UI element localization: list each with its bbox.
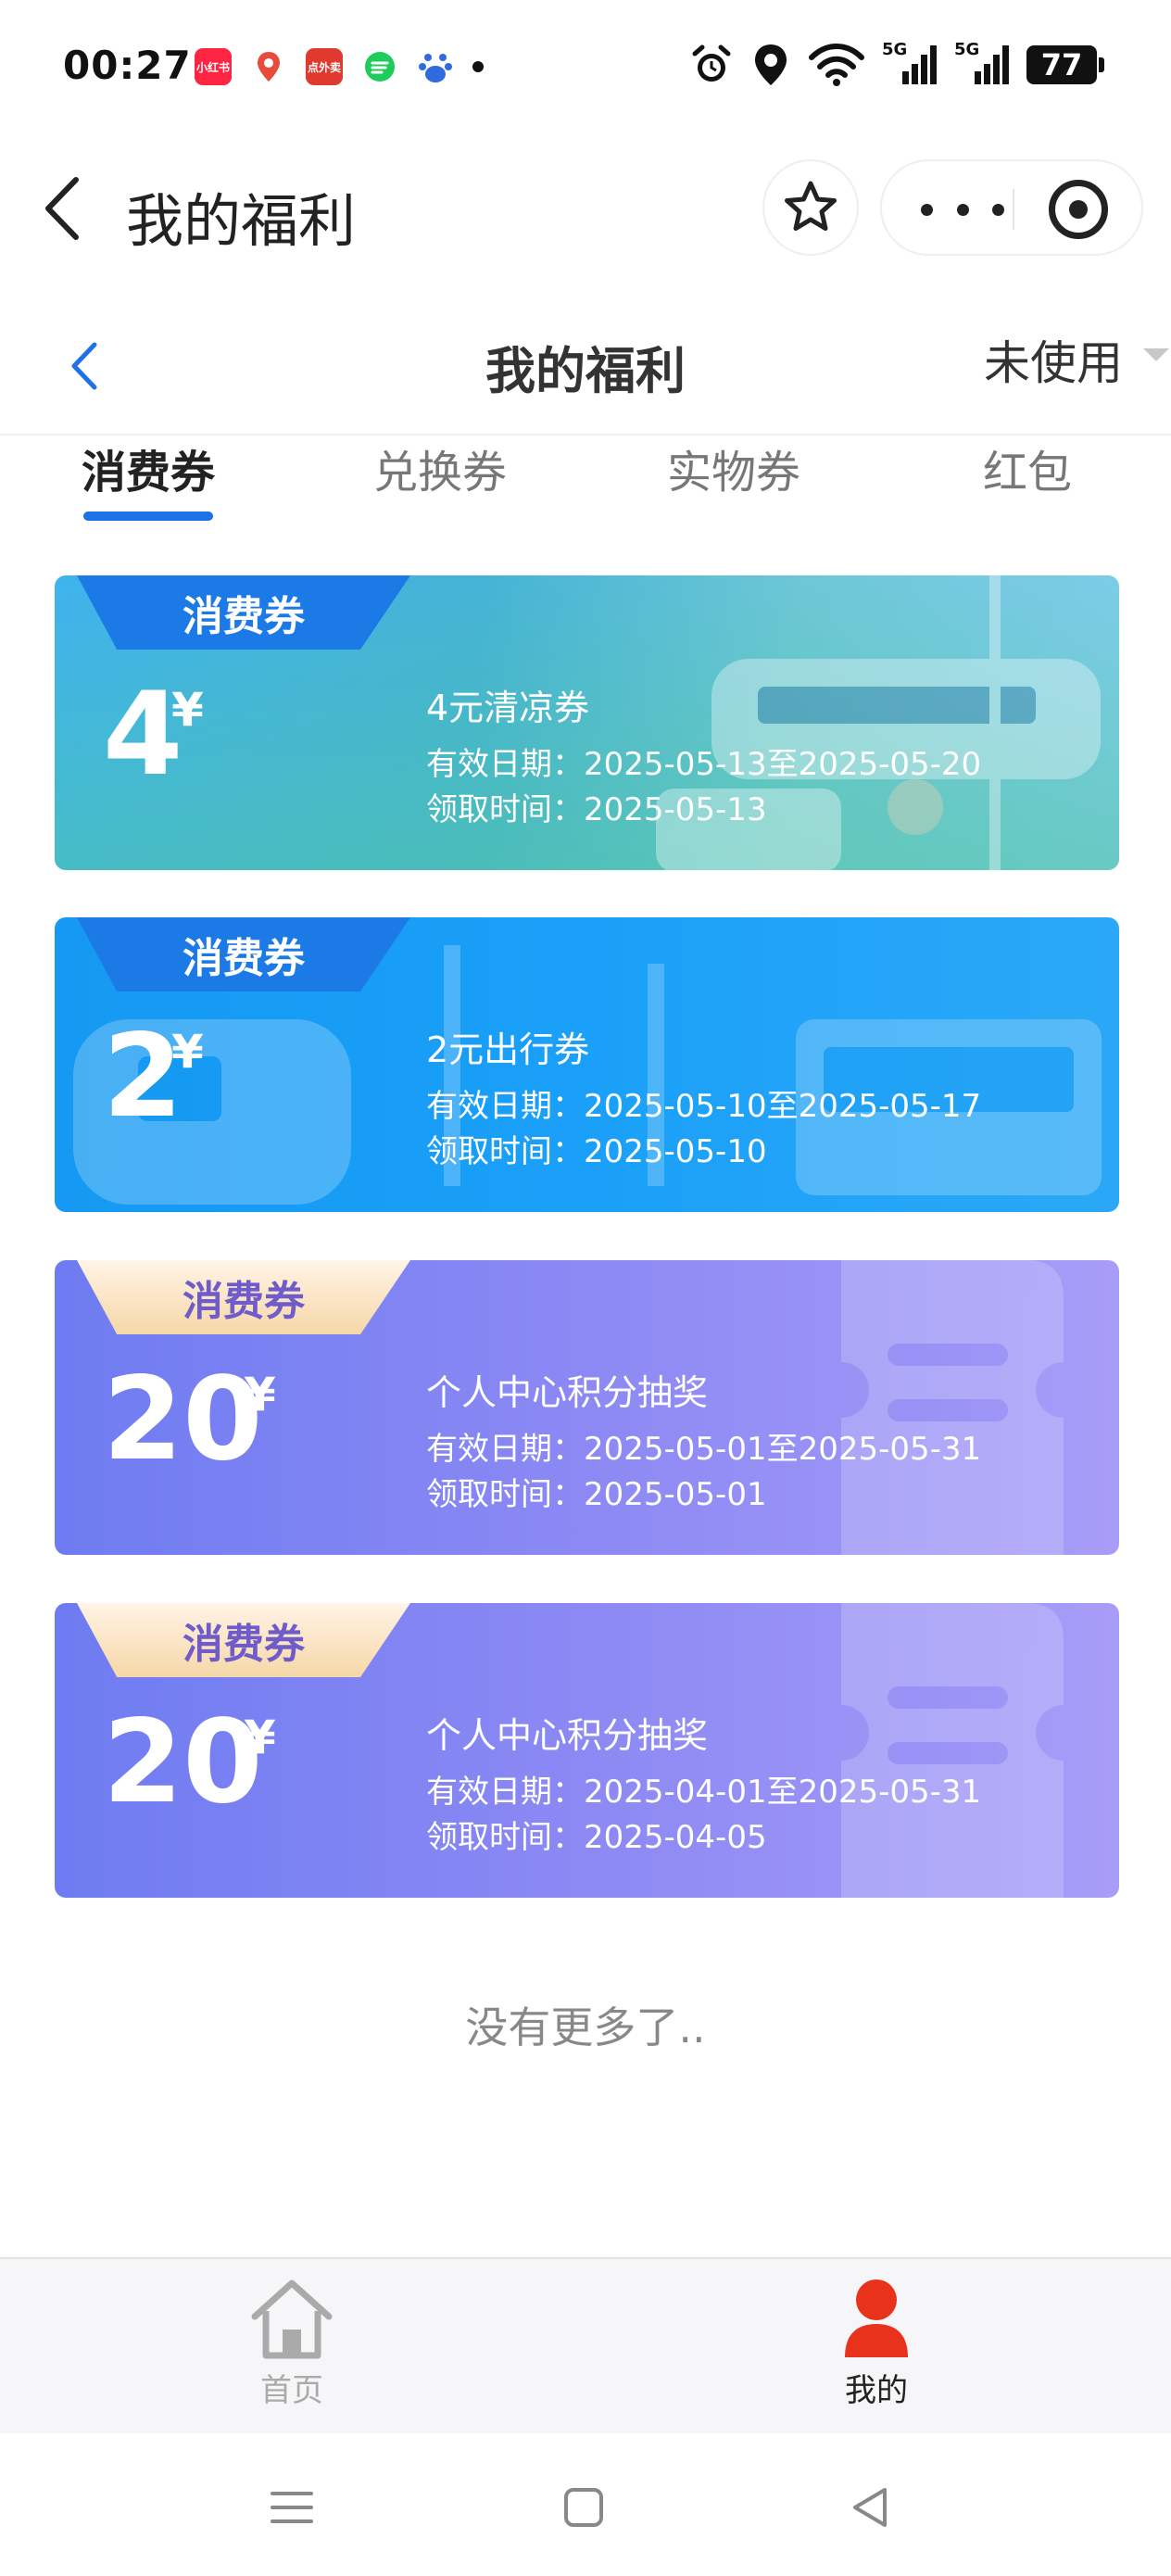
tab-mine[interactable]: 我的 xyxy=(784,2278,969,2410)
coupon-received-time: 领取时间：2025-05-13 xyxy=(426,791,767,828)
capsule-divider xyxy=(1013,189,1014,230)
baidu-map-icon xyxy=(250,48,287,85)
mini-program-capsule xyxy=(880,159,1143,256)
wifi-icon xyxy=(809,44,864,86)
coupon-tabs: 消费券 兑换券 实物券 红包 xyxy=(0,436,1171,537)
status-bar: 00:27 小红书 点外卖 5G 5G 77 xyxy=(0,0,1171,139)
coupon-valid-date: 有效日期：2025-05-01至2025-05-31 xyxy=(426,1431,982,1468)
back-button[interactable] xyxy=(37,176,93,241)
coupon-valid-date: 有效日期：2025-05-13至2025-05-20 xyxy=(426,746,982,783)
tab-exchange-coupon[interactable]: 兑换券 xyxy=(373,436,507,500)
coupon-received-time: 领取时间：2025-05-01 xyxy=(426,1476,767,1513)
coupon-card[interactable]: 消费券 2 ¥ 2元出行券 有效日期：2025-05-10至2025-05-17… xyxy=(55,917,1119,1212)
active-tab-indicator xyxy=(83,511,213,521)
triangle-back-icon xyxy=(853,2488,887,2527)
currency-symbol: ¥ xyxy=(244,1368,276,1421)
coupon-received-time: 领取时间：2025-04-05 xyxy=(426,1819,767,1856)
screen: 00:27 小红书 点外卖 5G 5G 77 我的福利 我的福利 未使用 消费券… xyxy=(0,0,1171,2576)
currency-symbol: ¥ xyxy=(244,1711,276,1764)
bottom-tab-bar: 首页 我的 xyxy=(0,2257,1171,2433)
more-notifications-dot xyxy=(472,61,484,72)
baidu-icon xyxy=(417,48,454,85)
notification-icons: 小红书 点外卖 xyxy=(195,48,484,85)
end-of-list-text: 没有更多了.. xyxy=(465,2002,706,2052)
more-dot-icon xyxy=(956,203,969,216)
app-title: 我的福利 xyxy=(126,187,357,255)
coupon-card[interactable]: 消费券 20 ¥ 个人中心积分抽奖 有效日期：2025-04-01至2025-0… xyxy=(55,1603,1119,1898)
xiaohongshu-icon: 小红书 xyxy=(195,48,232,85)
coupon-amount: 20 xyxy=(103,1353,263,1486)
tab-home-label: 首页 xyxy=(260,2372,323,2409)
coupon-received-time: 领取时间：2025-05-10 xyxy=(426,1133,767,1170)
currency-symbol: ¥ xyxy=(171,683,204,737)
tab-consumption-coupon[interactable]: 消费券 xyxy=(82,436,215,500)
page-nav: 我的福利 未使用 xyxy=(0,297,1171,436)
star-icon xyxy=(785,181,837,231)
system-navigation-bar xyxy=(0,2433,1171,2576)
chevron-left-icon xyxy=(45,177,79,240)
status-filter-dropdown[interactable]: 未使用 xyxy=(984,326,1123,393)
coupon-name: 2元出行券 xyxy=(426,1029,590,1070)
more-dot-icon xyxy=(921,203,933,216)
more-dot-icon xyxy=(992,203,1004,216)
chat-app-icon xyxy=(361,48,398,85)
battery-indicator: 77 xyxy=(1026,45,1104,84)
home-icon xyxy=(251,2279,333,2359)
coupon-card[interactable]: 消费券 4 ¥ 4元清凉券 有效日期：2025-05-13至2025-05-20… xyxy=(55,575,1119,870)
menu-icon xyxy=(271,2492,313,2523)
coupon-name: 4元清凉券 xyxy=(426,688,590,728)
alarm-icon xyxy=(692,44,731,82)
tab-mine-label: 我的 xyxy=(845,2372,908,2409)
more-button[interactable] xyxy=(921,189,1004,230)
home-system-button[interactable] xyxy=(547,2470,621,2544)
status-indicators: 5G 5G 77 xyxy=(689,40,1104,87)
recents-button[interactable] xyxy=(255,2470,329,2544)
currency-symbol: ¥ xyxy=(171,1025,204,1079)
coupon-type-badge: 消费券 xyxy=(77,575,410,650)
target-icon xyxy=(1069,200,1088,219)
tab-red-packet[interactable]: 红包 xyxy=(983,436,1072,500)
user-icon xyxy=(845,2279,908,2357)
coupon-amount: 20 xyxy=(103,1696,263,1829)
status-time: 00:27 xyxy=(63,43,192,88)
coupon-valid-date: 有效日期：2025-05-10至2025-05-17 xyxy=(426,1088,982,1125)
signal-5g-icon: 5G xyxy=(954,40,1010,86)
coupon-name: 个人中心积分抽奖 xyxy=(426,1372,709,1413)
back-system-button[interactable] xyxy=(834,2470,908,2544)
close-target-button[interactable] xyxy=(1049,180,1108,239)
square-icon xyxy=(564,2488,603,2527)
coupon-type-badge: 消费券 xyxy=(77,1260,410,1334)
coupon-card[interactable]: 消费券 20 ¥ 个人中心积分抽奖 有效日期：2025-05-01至2025-0… xyxy=(55,1260,1119,1555)
coupon-name: 个人中心积分抽奖 xyxy=(426,1715,709,1756)
favorite-button[interactable] xyxy=(762,159,859,256)
tab-physical-coupon[interactable]: 实物券 xyxy=(667,436,800,500)
eleme-icon: 点外卖 xyxy=(306,48,343,85)
caret-down-icon xyxy=(1143,348,1169,361)
coupon-type-badge: 消费券 xyxy=(77,917,410,991)
coupon-type-badge: 消费券 xyxy=(77,1603,410,1677)
tab-home[interactable]: 首页 xyxy=(199,2278,384,2410)
location-icon xyxy=(755,44,787,85)
coupon-valid-date: 有效日期：2025-04-01至2025-05-31 xyxy=(426,1774,982,1811)
app-header: 我的福利 xyxy=(0,139,1171,278)
signal-5g-icon: 5G xyxy=(882,40,938,86)
